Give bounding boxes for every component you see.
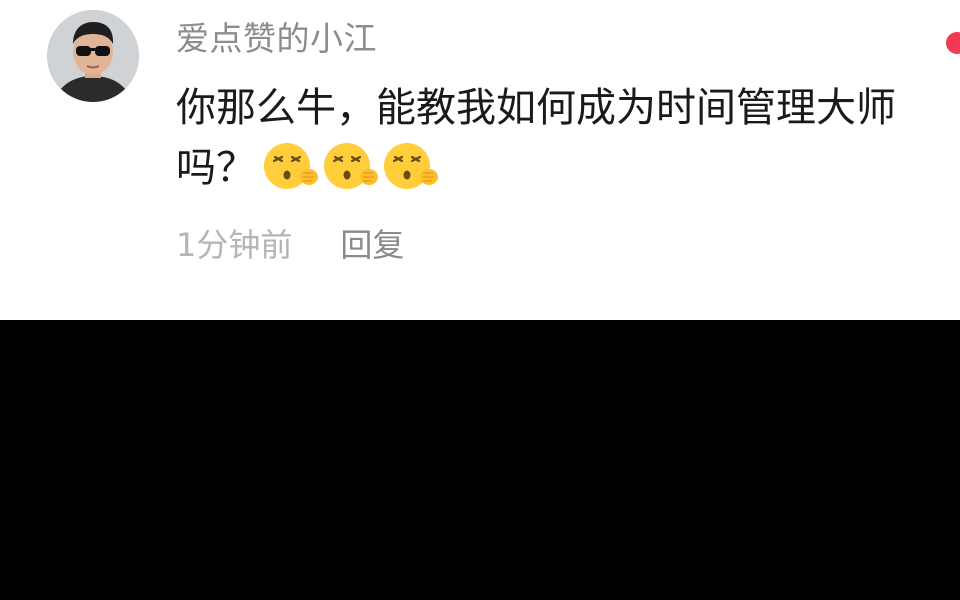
sleepy-face-emoji (324, 143, 378, 189)
comment-card: 爱点赞的小江 你那么牛，能教我如何成为时间管理大师吗？ 1分钟前 回复 (0, 0, 960, 320)
notification-dot (946, 32, 960, 54)
emoji-group (262, 141, 440, 191)
comment-text: 你那么牛，能教我如何成为时间管理大师吗？ (176, 78, 896, 198)
avatar[interactable] (47, 10, 139, 102)
video-letterbox-area (0, 320, 960, 600)
timestamp: 1分钟前 (176, 226, 293, 264)
comment-meta: 1分钟前 回复 (176, 220, 404, 266)
sleepy-face-emoji (264, 143, 318, 189)
username[interactable]: 爱点赞的小江 (176, 12, 377, 60)
sleepy-face-emoji (384, 143, 438, 189)
reply-button[interactable]: 回复 (340, 226, 404, 264)
